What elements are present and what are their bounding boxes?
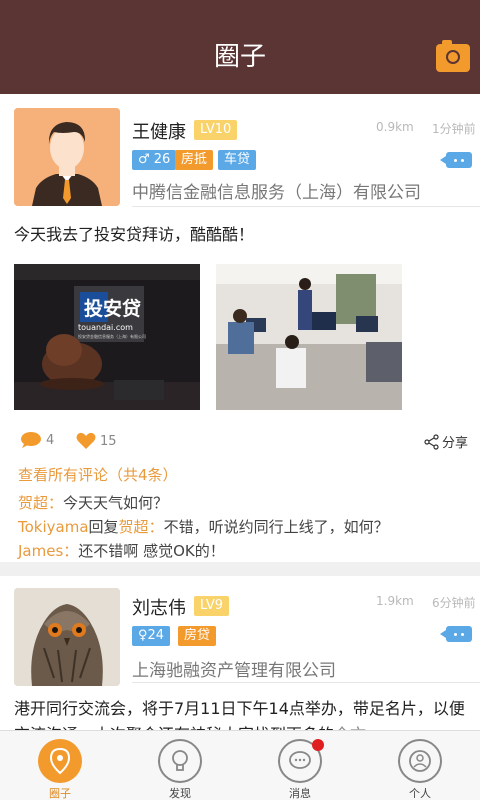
tab-label: 发现 — [169, 787, 191, 800]
post-body: 港开同行交流会，将于7月11日下午14点举办，带足名片，以便交流沟通，本次聚会还… — [14, 699, 465, 730]
page-title: 圈子 — [213, 42, 266, 72]
comment-icon — [21, 432, 41, 448]
comment-text: 还不错啊 感觉OK的！ — [78, 542, 225, 560]
company-name: 中腾信金融信息服务（上海）有限公司 — [132, 183, 421, 203]
chat-bubble-icon[interactable] — [440, 626, 472, 642]
comment-author[interactable]: James — [18, 542, 63, 560]
camera-icon[interactable] — [436, 40, 470, 72]
comment-text: 今天天气如何？ — [63, 494, 169, 512]
post-card[interactable]: 刘志伟 LV9 1.9km 6分钟前 ♀24 房贷 上海驰融资产管理有限公司 港… — [0, 576, 480, 730]
notification-badge — [312, 739, 324, 751]
tag-badge: 房抵 — [175, 150, 214, 170]
divider — [132, 206, 480, 207]
divider — [132, 682, 480, 683]
heart-icon — [76, 432, 96, 449]
app-header: 圈子 — [0, 0, 480, 94]
logo-url: touandai.com — [78, 323, 133, 332]
tab-discover[interactable]: 发现 — [120, 731, 240, 800]
comment-author[interactable]: Tokiyama — [18, 518, 89, 536]
post-text: 港开同行交流会，将于7月11日下午14点举办，带足名片，以便交流沟通，本次聚会还… — [14, 696, 466, 730]
user-name[interactable]: 王健康 — [132, 118, 186, 144]
tab-label: 消息 — [289, 787, 311, 800]
share-icon — [424, 433, 439, 450]
distance-text: 0.9km — [376, 120, 414, 134]
post-photo[interactable]: 投安贷 touandai.com 投安贷金融信息服务（上海）有限公司 — [14, 264, 200, 410]
post-text: 今天我去了投安贷拜访，酷酷酷！ — [14, 225, 255, 244]
bottom-tab-bar: 圈子 发现 消息 个人 — [0, 730, 480, 800]
comment-author[interactable]: 贺超 — [18, 494, 48, 512]
comment-separator: ： — [148, 518, 164, 536]
post-card[interactable]: 王健康 LV10 0.9km 1分钟前 ♂ 26 房抵 车贷 中腾信金融信息服务… — [0, 94, 480, 562]
like-button[interactable]: 15 — [76, 432, 117, 450]
company-name: 上海驰融资产管理有限公司 — [132, 661, 336, 681]
avatar[interactable] — [14, 588, 120, 686]
tag-badge: 房贷 — [178, 626, 217, 646]
avatar[interactable] — [14, 108, 120, 206]
share-button[interactable]: 分享 — [424, 432, 468, 451]
gender-age-badge: ♂ 26 — [132, 150, 177, 170]
chat-bubble-icon[interactable] — [440, 152, 472, 168]
person-icon — [398, 739, 442, 783]
like-count: 15 — [100, 433, 117, 449]
tab-label: 个人 — [409, 787, 431, 800]
tab-circle[interactable]: 圈子 — [0, 731, 120, 800]
comment-text: 不错，听说约同行上线了，如何？ — [163, 518, 389, 536]
tag-badge: 车贷 — [218, 150, 257, 170]
comment-item[interactable]: 贺超：今天天气如何？ — [18, 492, 168, 513]
comment-item[interactable]: James：还不错啊 感觉OK的！ — [18, 540, 225, 561]
level-badge: LV9 — [194, 596, 229, 616]
logo-subtitle: 投安贷金融信息服务（上海）有限公司 — [78, 333, 146, 339]
reply-target[interactable]: 贺超 — [119, 518, 149, 536]
comment-count: 4 — [46, 432, 55, 448]
time-text: 6分钟前 — [432, 596, 476, 610]
lightbulb-icon — [158, 739, 202, 783]
location-pin-icon — [38, 739, 82, 783]
share-label: 分享 — [442, 436, 469, 451]
distance-text: 1.9km — [376, 594, 414, 608]
comment-separator: ： — [63, 542, 79, 560]
post-photo[interactable] — [216, 264, 402, 410]
user-name[interactable]: 刘志伟 — [132, 594, 186, 620]
tab-messages[interactable]: 消息 — [240, 731, 360, 800]
comment-separator: ： — [48, 494, 64, 512]
see-all-comments-link[interactable]: 查看所有评论（共4条） — [18, 464, 178, 485]
level-badge: LV10 — [194, 120, 238, 140]
comment-item[interactable]: Tokiyama回复贺超：不错，听说约同行上线了，如何？ — [18, 516, 389, 537]
time-text: 1分钟前 — [432, 122, 476, 136]
tab-profile[interactable]: 个人 — [360, 731, 480, 800]
gender-age-badge: ♀24 — [132, 626, 171, 646]
tab-label: 圈子 — [49, 787, 71, 800]
reply-word: 回复 — [88, 518, 119, 536]
comment-button[interactable]: 4 — [20, 432, 54, 448]
feed-list[interactable]: 王健康 LV10 0.9km 1分钟前 ♂ 26 房抵 车贷 中腾信金融信息服务… — [0, 94, 480, 730]
logo-brand: 投安贷 — [84, 297, 141, 320]
